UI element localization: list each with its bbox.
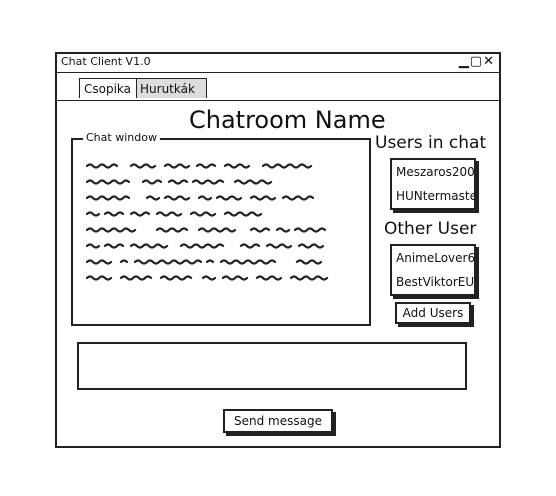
list-item[interactable]: BestViktorEU xyxy=(392,270,474,294)
chat-client-window: Chat Client V1.0 ▁▢✕ Csopika Hurutkák Ch… xyxy=(55,52,501,448)
list-item[interactable]: HUNtermaste xyxy=(392,184,477,208)
chat-window-label: Chat window xyxy=(83,131,160,144)
add-users-button[interactable]: Add Users xyxy=(395,302,471,324)
tab-csopika[interactable]: Csopika xyxy=(79,78,137,98)
tab-bar: Csopika Hurutkák xyxy=(57,72,499,101)
send-message-button[interactable]: Send message xyxy=(223,409,333,433)
other-users-list[interactable]: AnimeLover6 BestViktorEU xyxy=(390,244,476,296)
list-item[interactable]: Meszaros200 xyxy=(392,160,475,184)
minimize-icon[interactable]: ▁ xyxy=(459,54,470,69)
chat-window: Chat window xyxy=(71,131,371,326)
window-title: Chat Client V1.0 xyxy=(61,55,151,68)
title-bar: Chat Client V1.0 ▁▢✕ xyxy=(57,54,499,73)
chat-messages-placeholder xyxy=(85,158,361,308)
users-in-chat-list[interactable]: Meszaros200 HUNtermaste xyxy=(390,158,477,210)
tab-hurutkak[interactable]: Hurutkák xyxy=(135,78,207,98)
close-icon[interactable]: ✕ xyxy=(483,54,495,69)
window-controls[interactable]: ▁▢✕ xyxy=(459,54,495,69)
list-item[interactable]: AnimeLover6 xyxy=(392,246,475,270)
maximize-icon[interactable]: ▢ xyxy=(470,54,483,69)
users-in-chat-title: Users in chat xyxy=(375,133,487,153)
other-users-title: Other User xyxy=(384,219,477,239)
chatroom-title: Chatroom Name xyxy=(189,106,386,134)
message-input[interactable] xyxy=(77,342,467,390)
